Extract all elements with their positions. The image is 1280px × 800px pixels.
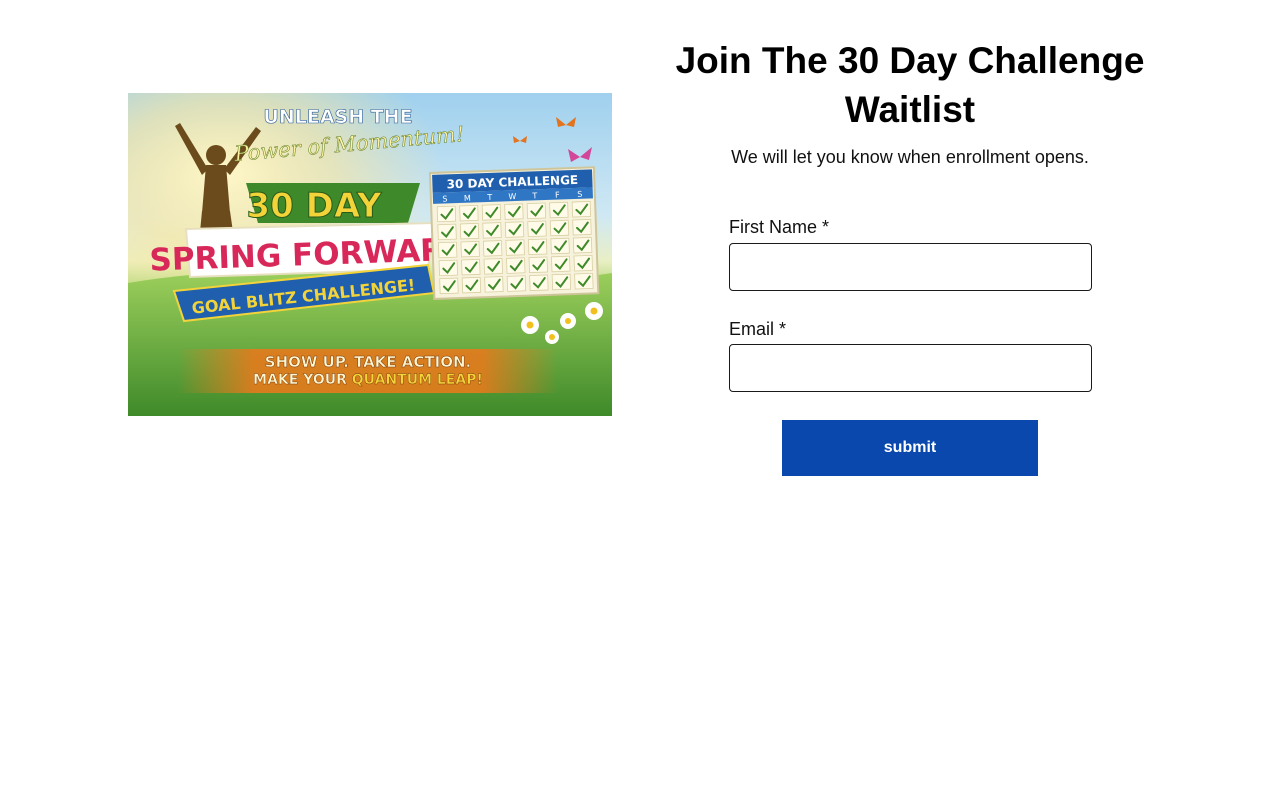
- calendar-day-header: F: [555, 190, 560, 199]
- form-subtitle: We will let you know when enrollment ope…: [731, 147, 1089, 167]
- calendar-day-header: T: [486, 193, 492, 202]
- email-field[interactable]: [729, 344, 1092, 392]
- waitlist-form: Join The 30 Day Challenge Waitlist We wi…: [640, 0, 1180, 520]
- calendar-day-header: S: [577, 190, 582, 199]
- first-name-field[interactable]: [729, 243, 1092, 291]
- banner-tagline-line2-a: MAKE YOUR: [253, 372, 352, 388]
- calendar-day-header: S: [442, 194, 447, 203]
- page: UNLEASH THE Power of Momentum! 30 DAY SP…: [0, 0, 1280, 800]
- banner-illustration: UNLEASH THE Power of Momentum! 30 DAY SP…: [128, 93, 612, 416]
- submit-button[interactable]: submit: [782, 420, 1038, 476]
- banner-days: 30 DAY: [246, 186, 381, 226]
- banner-tagline-line2: MAKE YOUR QUANTUM LEAP!: [253, 372, 483, 388]
- challenge-banner-image: UNLEASH THE Power of Momentum! 30 DAY SP…: [128, 93, 612, 416]
- calendar-day-header: T: [531, 191, 537, 200]
- challenge-calendar: 30 DAY CHALLENGE SMTWTFS: [428, 166, 600, 300]
- banner-headline-top: UNLEASH THE: [263, 106, 412, 128]
- banner-tagline-line1: SHOW UP. TAKE ACTION.: [265, 353, 471, 371]
- email-label: Email *: [729, 319, 787, 339]
- page-title: Join The 30 Day Challenge Waitlist: [675, 40, 1145, 130]
- banner-tagline-line2-b: QUANTUM LEAP!: [352, 372, 483, 388]
- calendar-day-header: W: [508, 192, 516, 201]
- calendar-day-header: M: [464, 194, 471, 203]
- first-name-label: First Name *: [729, 217, 830, 237]
